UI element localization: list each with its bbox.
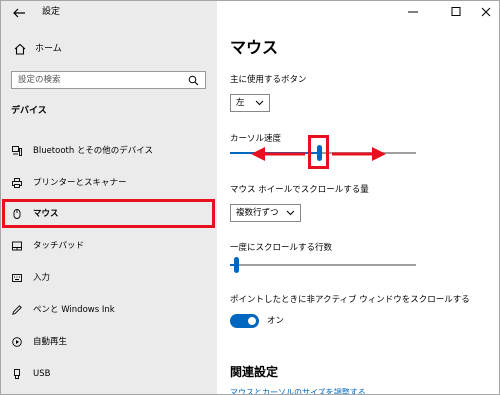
sidebar-item-autoplay[interactable]: 自動再生 xyxy=(1,329,217,355)
related-settings-link[interactable]: マウスとカーソルのサイズを調整する xyxy=(230,387,366,394)
autoplay-icon xyxy=(12,337,22,347)
primary-button-dropdown[interactable]: 左 xyxy=(230,94,270,112)
window-title: 設定 xyxy=(42,7,61,17)
lines-to-scroll-slider[interactable] xyxy=(230,256,416,274)
sidebar: 設定 ホーム 設定の検索 デバイス Bluetooth とその他のデバイス プリ… xyxy=(1,1,217,394)
sidebar-item-printers[interactable]: プリンターとスキャナー xyxy=(1,170,217,196)
sidebar-item-usb[interactable]: USB xyxy=(1,361,217,387)
chevron-down-icon xyxy=(286,210,295,216)
search-icon[interactable] xyxy=(188,75,199,86)
sidebar-item-label: 入力 xyxy=(33,273,51,283)
sidebar-item-label: 自動再生 xyxy=(33,337,68,347)
sidebar-item-label: Bluetooth とその他のデバイス xyxy=(33,146,153,156)
keyboard-icon xyxy=(12,274,22,282)
touchpad-icon xyxy=(12,241,22,251)
inactive-scroll-state: オン xyxy=(267,316,285,326)
printer-icon xyxy=(12,178,22,188)
sidebar-item-touchpad[interactable]: タッチパッド xyxy=(1,233,217,259)
wheel-scroll-label: マウス ホイールでスクロールする量 xyxy=(230,185,369,195)
slider-track xyxy=(230,264,416,266)
related-settings-heading: 関連設定 xyxy=(230,365,279,379)
sidebar-item-home-label: ホーム xyxy=(35,44,62,54)
section-heading-devices: デバイス xyxy=(11,106,47,116)
primary-button-value: 左 xyxy=(236,98,245,108)
maximize-icon[interactable] xyxy=(444,3,468,21)
close-icon[interactable] xyxy=(474,3,498,21)
sidebar-item-label: ペンと Windows Ink xyxy=(33,305,115,315)
usb-icon xyxy=(14,369,20,379)
page-title: マウス xyxy=(230,38,279,57)
settings-window: 設定 ホーム 設定の検索 デバイス Bluetooth とその他のデバイス プリ… xyxy=(0,0,500,395)
toggle-knob xyxy=(248,317,256,325)
sidebar-item-home[interactable]: ホーム xyxy=(1,39,217,61)
chevron-down-icon xyxy=(255,100,264,106)
wheel-scroll-value: 複数行ずつ xyxy=(236,208,279,218)
slider-thumb[interactable] xyxy=(233,257,239,273)
sidebar-item-label: タッチパッド xyxy=(33,241,85,251)
bluetooth-device-icon xyxy=(12,146,22,156)
search-input[interactable]: 設定の検索 xyxy=(11,71,206,89)
primary-button-label: 主に使用するボタン xyxy=(230,75,307,85)
sidebar-item-typing[interactable]: 入力 xyxy=(1,265,217,291)
sidebar-item-pen[interactable]: ペンと Windows Ink xyxy=(1,297,217,323)
sidebar-item-label: プリンターとスキャナー xyxy=(33,178,127,188)
wheel-scroll-dropdown[interactable]: 複数行ずつ xyxy=(230,204,301,222)
lines-to-scroll-label: 一度にスクロールする行数 xyxy=(230,243,333,253)
sidebar-item-label: USB xyxy=(33,369,51,379)
inactive-scroll-label: ポイントしたときに非アクティブ ウィンドウをスクロールする xyxy=(230,295,470,305)
pen-icon xyxy=(12,305,22,315)
back-arrow-icon[interactable] xyxy=(11,5,27,21)
selection-highlight-box xyxy=(2,199,215,228)
sidebar-item-bluetooth[interactable]: Bluetooth とその他のデバイス xyxy=(1,138,217,164)
left-right-arrow-icon xyxy=(251,147,386,161)
home-icon xyxy=(14,43,26,55)
inactive-scroll-toggle[interactable] xyxy=(230,314,259,328)
minimize-icon[interactable] xyxy=(401,3,425,21)
search-placeholder: 設定の検索 xyxy=(18,75,61,85)
